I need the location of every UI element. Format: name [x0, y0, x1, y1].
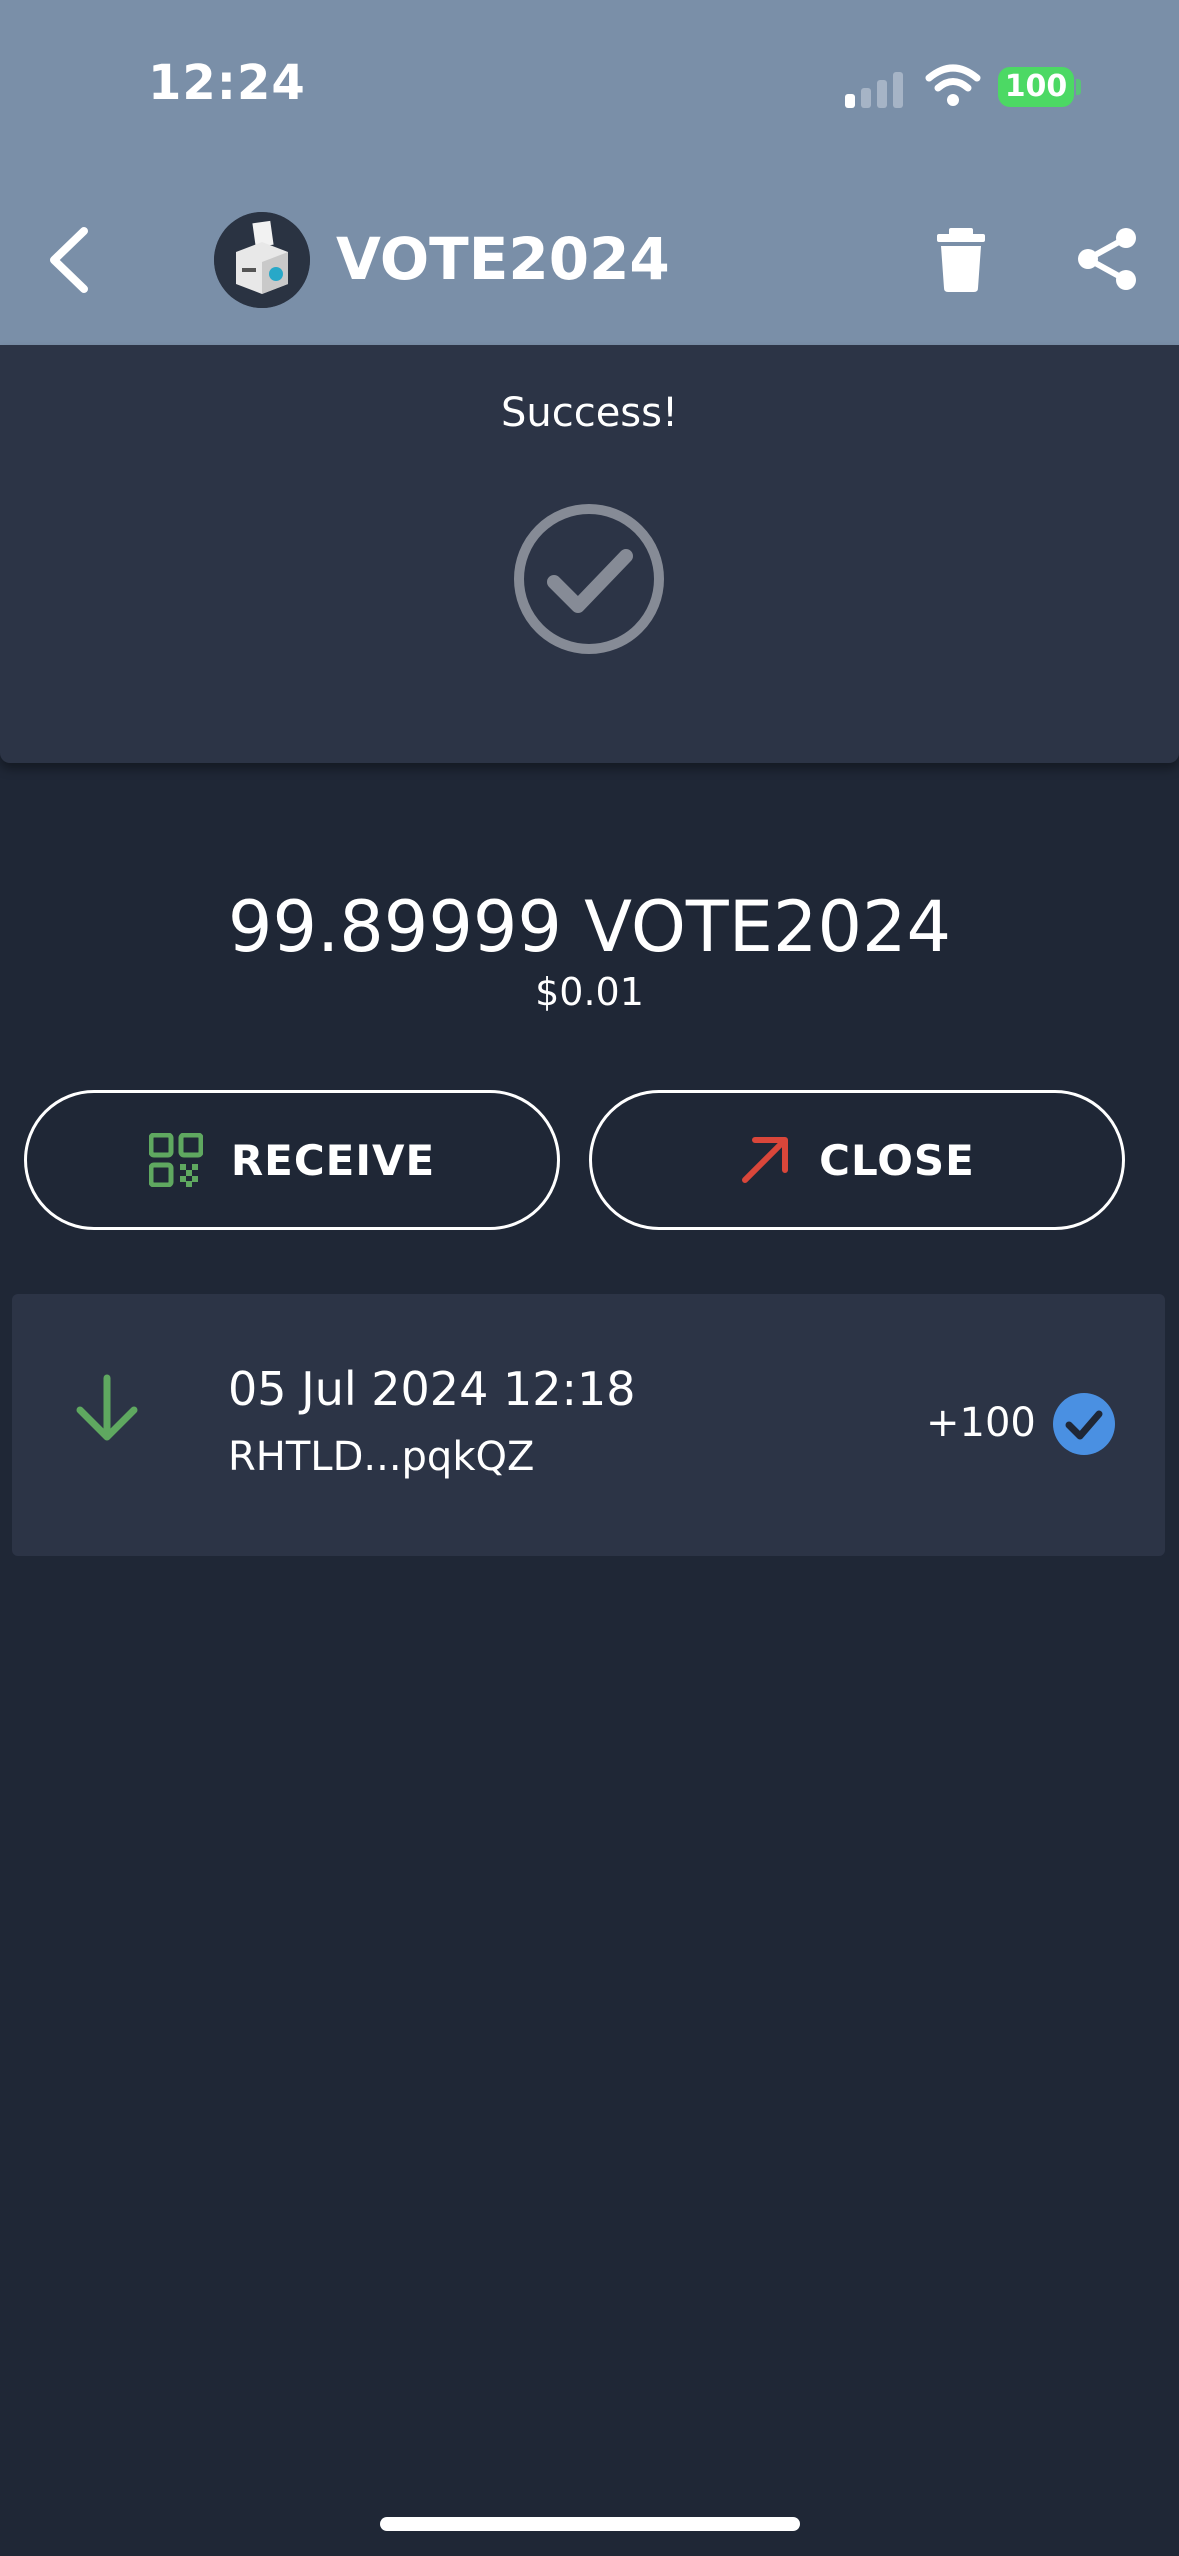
close-button[interactable]: CLOSE — [589, 1090, 1125, 1230]
wifi-icon — [925, 64, 981, 106]
transaction-amount: +100 — [926, 1400, 1036, 1446]
check-circle-icon — [514, 504, 664, 654]
fiat-balance: $0.01 — [535, 970, 644, 1014]
share-icon[interactable] — [1074, 226, 1140, 292]
home-indicator — [380, 2517, 800, 2531]
transaction-row[interactable]: 05 Jul 2024 12:18 RHTLD...pqkQZ +100 — [12, 1294, 1165, 1556]
confirmed-check-icon — [1053, 1393, 1115, 1455]
receive-label: RECEIVE — [230, 1135, 436, 1185]
token-balance: 99.89999 VOTE2024 — [227, 886, 952, 968]
transaction-address: RHTLD...pqkQZ — [228, 1434, 535, 1480]
back-chevron-icon[interactable] — [40, 225, 96, 295]
receive-button[interactable]: RECEIVE — [24, 1090, 560, 1230]
ballot-box-icon — [214, 212, 310, 308]
transaction-date: 05 Jul 2024 12:18 — [228, 1362, 636, 1416]
arrow-down-icon — [76, 1374, 138, 1441]
battery-tip — [1076, 79, 1081, 95]
battery-level: 100 — [998, 67, 1074, 107]
trash-icon[interactable] — [935, 228, 987, 292]
close-label: CLOSE — [819, 1135, 975, 1185]
qr-code-icon — [148, 1133, 203, 1187]
top-header — [0, 0, 1179, 345]
arrow-up-right-icon — [742, 1137, 789, 1183]
success-message: Success! — [500, 390, 679, 436]
cellular-signal-icon — [845, 72, 903, 108]
token-title: VOTE2024 — [336, 225, 670, 293]
status-time: 12:24 — [148, 55, 306, 111]
